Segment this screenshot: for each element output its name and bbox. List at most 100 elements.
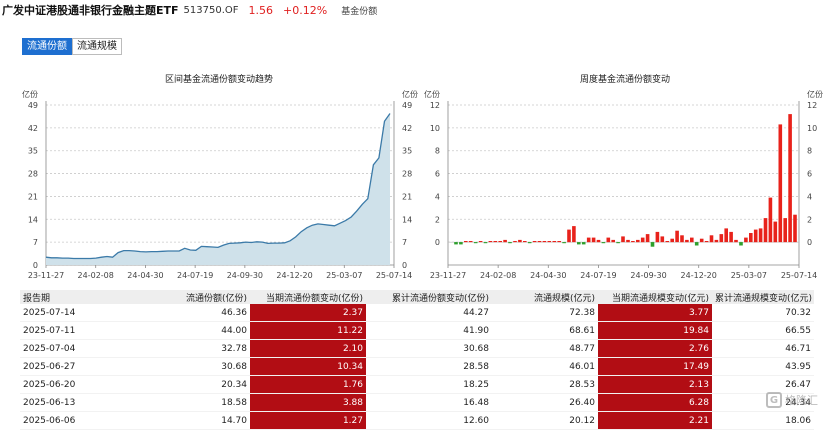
- weekly-bar: [650, 242, 655, 247]
- trend-ytick-left: 0: [33, 261, 38, 270]
- weekly-bar: [660, 236, 665, 243]
- cell-scale-change: 17.49: [598, 357, 712, 376]
- weekly-bar: [749, 233, 753, 243]
- weekly-bar: [478, 241, 483, 243]
- weekly-bar: [532, 241, 537, 243]
- weekly-bar: [690, 237, 694, 243]
- cell-scale-change: 6.28: [598, 393, 712, 412]
- cell-scale: 28.53: [492, 375, 598, 394]
- weekly-bar: [621, 236, 625, 243]
- trend-xtick-label: 24-07-19: [177, 271, 213, 280]
- table-row: 2025-07-04 32.78 2.10 30.68 48.77 2.76 4…: [20, 339, 814, 358]
- weekly-bar: [508, 242, 512, 244]
- weekly-bar: [464, 241, 468, 243]
- weekly-bar: [459, 242, 463, 245]
- weekly-xtick-label: 25-07-14: [781, 271, 817, 280]
- col-header-shares-cumulative[interactable]: 累计流通份额变动(亿份): [366, 290, 492, 304]
- weekly-bar: [581, 242, 586, 245]
- weekly-bar: [611, 239, 615, 243]
- weekly-bar: [454, 242, 458, 245]
- trend-ytick-right: 21: [402, 192, 412, 201]
- table-row: 2025-06-06 14.70 1.27 12.60 20.12 2.21 1…: [20, 411, 814, 430]
- weekly-bar: [670, 238, 674, 243]
- cell-scale: 72.38: [492, 304, 598, 322]
- weekly-bar: [709, 235, 714, 243]
- weekly-bar: [483, 242, 488, 244]
- trend-ytick-left: 14: [28, 215, 38, 224]
- weekly-bar: [636, 239, 640, 243]
- col-header-scale-change[interactable]: 当期流通规模变动(亿元): [598, 290, 712, 304]
- weekly-ytick-right: 8: [807, 147, 812, 156]
- col-header-shares[interactable]: 流通份额(亿份): [112, 290, 250, 304]
- weekly-ytick-left: 2: [435, 215, 440, 224]
- gelonghui-watermark: G 格隆汇: [766, 388, 828, 412]
- weekly-bar: [537, 241, 542, 243]
- table-row: 2025-06-13 18.58 3.88 16.48 26.40 6.28 2…: [20, 393, 814, 412]
- cell-scale: 26.40: [492, 393, 598, 412]
- cell-scale-change: 19.84: [598, 321, 712, 340]
- col-header-period[interactable]: 报告期: [20, 290, 112, 304]
- cell-shares: 20.34: [112, 375, 250, 394]
- cell-shares: 14.70: [112, 411, 250, 430]
- trend-ytick-right: 42: [402, 124, 412, 133]
- trend-xtick-label: 24-12-20: [276, 271, 312, 280]
- trend-ytick-right: 14: [402, 215, 412, 224]
- weekly-bar: [518, 239, 522, 243]
- trend-ytick-left: 7: [33, 238, 38, 247]
- cell-shares-cumulative: 16.48: [366, 393, 492, 412]
- weekly-bar: [591, 237, 596, 243]
- cell-shares-change: 3.88: [250, 393, 366, 412]
- trend-ytick-left: 49: [28, 101, 38, 110]
- weekly-bar: [640, 237, 645, 243]
- col-header-scale-cumulative[interactable]: 累计流通规模变动(亿元): [712, 290, 814, 304]
- weekly-ytick-right: 4: [807, 192, 812, 201]
- trend-ytick-right: 49: [402, 101, 412, 110]
- col-header-shares-change[interactable]: 当期流通份额变动(亿份): [250, 290, 366, 304]
- weekly-bar: [744, 237, 748, 243]
- weekly-bar: [645, 234, 650, 243]
- weekly-bar: [552, 241, 557, 243]
- weekly-bar: [572, 226, 576, 243]
- cell-period: 2025-06-27: [20, 357, 112, 376]
- cell-shares-change: 10.34: [250, 357, 366, 376]
- weekly-bar: [665, 241, 670, 243]
- watermark-text: 格隆汇: [785, 394, 818, 407]
- weekly-ytick-right: 12: [807, 101, 817, 110]
- cell-scale: 68.61: [492, 321, 598, 340]
- table-row: 2025-07-14 46.36 2.37 44.27 72.38 3.77 7…: [20, 304, 814, 322]
- charts-canvas: 0 07 714 1421 2128 2835 3542 4249 49亿份 亿份23-11-27…: [22, 89, 823, 280]
- weekly-ytick-left: 6: [435, 170, 440, 179]
- weekly-ytick-right: 10: [807, 124, 817, 133]
- weekly-bar: [503, 239, 507, 243]
- cell-shares: 32.78: [112, 339, 250, 358]
- cell-shares: 46.36: [112, 304, 250, 322]
- weekly-bar: [616, 242, 620, 244]
- weekly-bar: [606, 237, 611, 243]
- cell-scale-cumulative: 70.32: [712, 304, 814, 322]
- cell-shares-cumulative: 41.90: [366, 321, 492, 340]
- weekly-bar: [699, 238, 704, 243]
- weekly-bar: [793, 214, 797, 243]
- weekly-xtick-label: 23-11-27: [430, 271, 466, 280]
- cell-shares-cumulative: 28.58: [366, 357, 492, 376]
- weekly-xtick-label: 25-03-07: [731, 271, 767, 280]
- weekly-bar: [513, 241, 517, 243]
- weekly-xtick-label: 24-09-30: [630, 271, 666, 280]
- trend-ytick-right: 7: [402, 238, 407, 247]
- weekly-bar: [562, 242, 566, 244]
- cell-scale-change: 3.77: [598, 304, 712, 322]
- cell-period: 2025-07-11: [20, 321, 112, 340]
- weekly-bar: [739, 242, 743, 246]
- weekly-ytick-left: 0: [435, 238, 440, 247]
- weekly-bar: [655, 231, 660, 243]
- weekly-bar: [719, 234, 724, 243]
- cell-scale-cumulative: 46.71: [712, 339, 814, 358]
- weekly-ytick-left: 10: [430, 124, 440, 133]
- weekly-ytick-left: 4: [435, 192, 440, 201]
- cell-shares-cumulative: 18.25: [366, 375, 492, 394]
- weekly-bar: [778, 124, 783, 243]
- weekly-bar: [768, 197, 773, 243]
- weekly-bar: [773, 221, 778, 243]
- weekly-bar: [547, 241, 552, 243]
- col-header-scale[interactable]: 流通规模(亿元): [492, 290, 598, 304]
